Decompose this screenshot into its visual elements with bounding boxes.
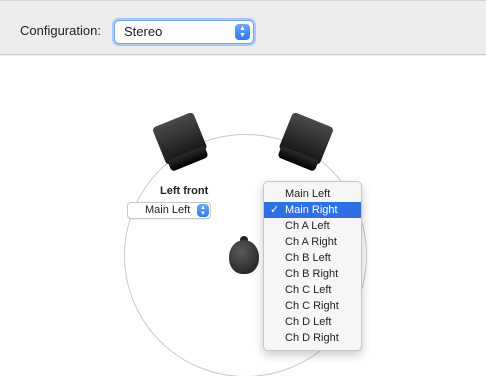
- configuration-select[interactable]: Stereo ▲ ▼: [114, 20, 254, 44]
- menu-item[interactable]: Ch A Left: [264, 218, 361, 234]
- updown-arrows-icon: ▲ ▼: [235, 24, 250, 40]
- channel-dropdown-menu: Main Left ✓ Main Right Ch A Left Ch A Right C…: [263, 181, 362, 351]
- menu-item[interactable]: Ch B Right: [264, 266, 361, 282]
- menu-item-label: Ch A Left: [285, 220, 330, 232]
- menu-item[interactable]: Main Left: [264, 186, 361, 202]
- listener-head-icon: [229, 236, 259, 274]
- divider: [0, 0, 486, 1]
- menu-item[interactable]: Ch C Right: [264, 298, 361, 314]
- menu-item-label: Ch D Right: [285, 332, 339, 344]
- menu-item[interactable]: Ch C Left: [264, 282, 361, 298]
- speaker-layout-canvas: Left front Main Left ▲ ▼: [0, 56, 486, 376]
- left-front-label: Left front: [160, 185, 209, 197]
- toolbar: Configuration: Stereo ▲ ▼: [0, 0, 486, 55]
- configuration-value: Stereo: [124, 24, 163, 39]
- menu-item[interactable]: Ch A Right: [264, 234, 361, 250]
- menu-item-label: Ch C Left: [285, 284, 332, 296]
- left-front-channel-value: Main Left: [145, 204, 191, 216]
- menu-item-label: Ch B Left: [285, 252, 331, 264]
- menu-item[interactable]: Ch B Left: [264, 250, 361, 266]
- menu-item-label: Ch C Right: [285, 300, 339, 312]
- left-front-channel-select[interactable]: Main Left ▲ ▼: [127, 202, 211, 219]
- menu-item-label: Main Left: [285, 188, 331, 200]
- menu-item[interactable]: ✓ Main Right: [264, 202, 361, 218]
- configuration-label: Configuration:: [20, 23, 101, 38]
- menu-item[interactable]: Ch D Left: [264, 314, 361, 330]
- checkmark-icon: ✓: [270, 204, 280, 216]
- menu-item[interactable]: Ch D Right: [264, 330, 361, 346]
- menu-item-label: Ch B Right: [285, 268, 339, 280]
- menu-item-label: Ch A Right: [285, 236, 337, 248]
- menu-item-label: Ch D Left: [285, 316, 332, 328]
- updown-arrows-icon: ▲ ▼: [197, 204, 209, 217]
- menu-item-label: Main Right: [285, 204, 338, 216]
